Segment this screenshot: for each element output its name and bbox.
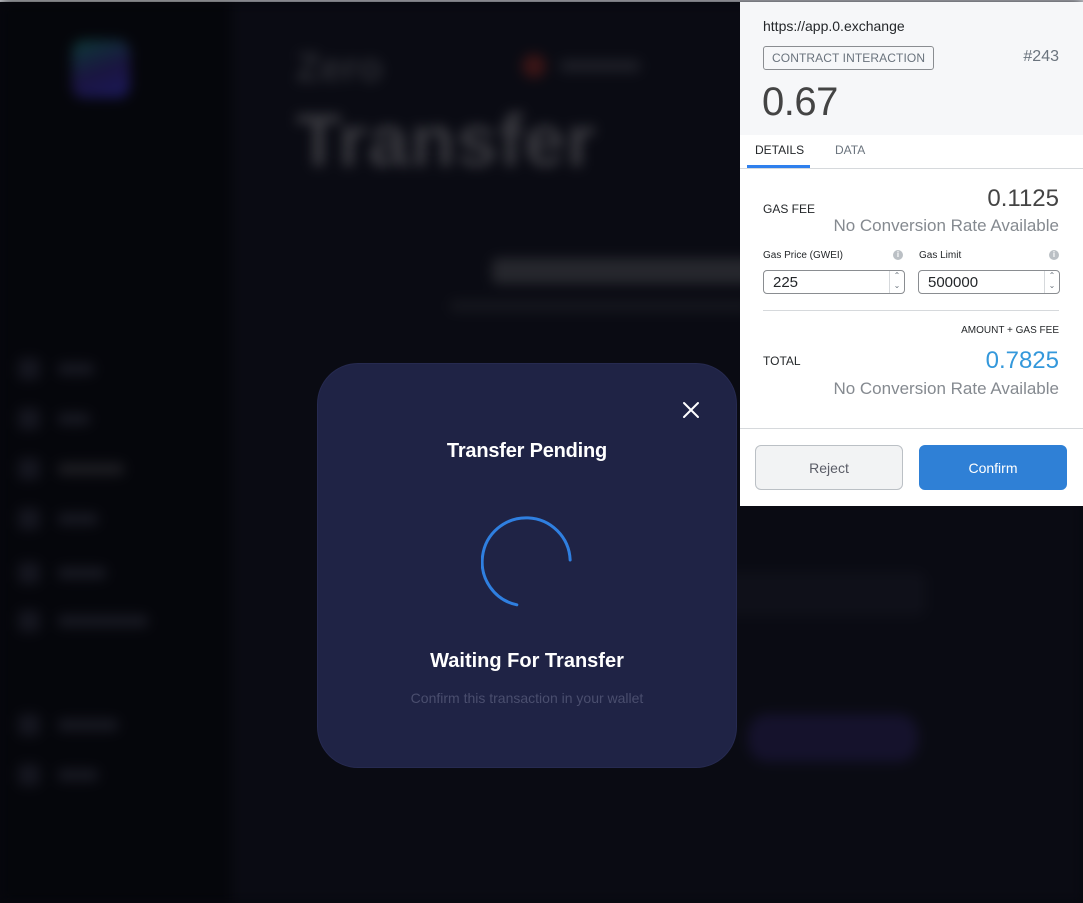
chevron-down-icon[interactable]: ⌄ bbox=[893, 281, 901, 291]
chevron-down-icon[interactable]: ⌄ bbox=[1048, 281, 1056, 291]
wallet-tabs: DETAILS DATA bbox=[740, 135, 1083, 169]
background-brand: Zero bbox=[296, 46, 383, 90]
total-sublabel: AMOUNT + GAS FEE bbox=[961, 325, 1059, 336]
origin-url: https://app.0.exchange bbox=[763, 18, 905, 34]
background-section-text bbox=[450, 300, 750, 312]
info-icon[interactable]: i bbox=[1049, 250, 1059, 260]
wallet-confirmation-popup: https://app.0.exchange CONTRACT INTERACT… bbox=[740, 2, 1083, 506]
gas-price-field: ⌃ ⌄ bbox=[763, 270, 905, 294]
divider bbox=[740, 428, 1083, 429]
gas-fee-label: GAS FEE bbox=[763, 202, 816, 216]
total-conversion: No Conversion Rate Available bbox=[833, 379, 1059, 398]
transfer-pending-modal: Transfer Pending Waiting For Transfer Co… bbox=[318, 364, 736, 767]
app-logo-icon bbox=[72, 40, 130, 98]
info-icon[interactable]: i bbox=[893, 250, 903, 260]
background-section-title bbox=[492, 258, 752, 284]
background-button bbox=[748, 714, 918, 762]
modal-title: Transfer Pending bbox=[446, 440, 608, 462]
background-page-title: Transfer bbox=[296, 99, 597, 182]
transaction-amount: 0.67 bbox=[762, 80, 838, 124]
gas-price-input[interactable] bbox=[764, 271, 886, 293]
tab-details[interactable]: DETAILS bbox=[755, 143, 804, 157]
gas-fee-conversion: No Conversion Rate Available bbox=[833, 216, 1059, 235]
gas-price-stepper[interactable]: ⌃ ⌄ bbox=[889, 271, 904, 293]
network-icon bbox=[522, 54, 546, 78]
loading-spinner-icon bbox=[480, 516, 573, 608]
chevron-up-icon[interactable]: ⌃ bbox=[1048, 271, 1056, 281]
divider bbox=[763, 310, 1059, 311]
total-value: 0.7825 bbox=[985, 347, 1059, 374]
modal-status-text: Waiting For Transfer bbox=[430, 650, 624, 672]
close-icon[interactable] bbox=[681, 400, 701, 420]
gas-limit-label: Gas Limit bbox=[919, 250, 962, 261]
modal-hint-text: Confirm this transaction in your wallet bbox=[410, 690, 644, 706]
gas-fee-value: 0.1125 bbox=[987, 185, 1059, 212]
chevron-up-icon[interactable]: ⌃ bbox=[893, 271, 901, 281]
active-tab-indicator bbox=[747, 165, 810, 168]
gas-limit-field: ⌃ ⌄ bbox=[918, 270, 1060, 294]
wallet-header: https://app.0.exchange CONTRACT INTERACT… bbox=[740, 2, 1083, 135]
transaction-nonce: #243 bbox=[1023, 48, 1059, 65]
reject-button[interactable]: Reject bbox=[755, 445, 903, 490]
background-sidebar bbox=[0, 2, 232, 903]
confirm-button[interactable]: Confirm bbox=[919, 445, 1067, 490]
gas-limit-stepper[interactable]: ⌃ ⌄ bbox=[1044, 271, 1059, 293]
total-label: TOTAL bbox=[763, 354, 801, 368]
gas-price-label: Gas Price (GWEI) bbox=[763, 250, 844, 261]
gas-limit-input[interactable] bbox=[919, 271, 1041, 293]
tab-data[interactable]: DATA bbox=[835, 143, 865, 157]
transaction-type-badge: CONTRACT INTERACTION bbox=[763, 46, 935, 70]
network-label bbox=[560, 60, 640, 72]
background-field bbox=[706, 572, 926, 616]
